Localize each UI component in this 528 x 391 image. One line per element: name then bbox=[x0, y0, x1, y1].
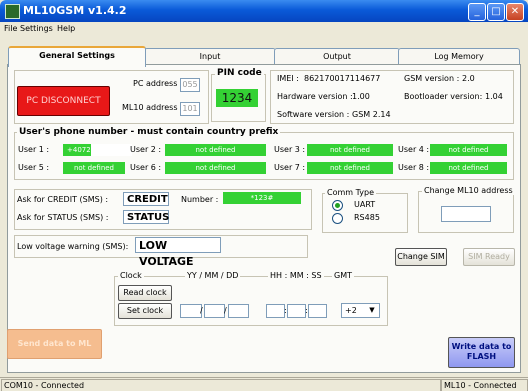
menu-file[interactable]: File bbox=[4, 24, 17, 33]
user-4-label: User 4 : bbox=[398, 145, 430, 154]
user-2-label: User 2 : bbox=[130, 145, 162, 154]
menu-help[interactable]: Help bbox=[57, 24, 75, 33]
pin-label: PIN code bbox=[215, 68, 264, 78]
day-field[interactable] bbox=[228, 304, 249, 318]
menu-settings[interactable]: Settings bbox=[20, 24, 53, 33]
send-data-button[interactable]: Send data to ML bbox=[7, 329, 102, 359]
month-field[interactable] bbox=[204, 304, 225, 318]
user-1-field[interactable]: +4072 bbox=[63, 144, 132, 156]
user-6-label: User 6 : bbox=[130, 163, 162, 172]
date-separator-2: / bbox=[224, 306, 227, 315]
number-label: Number : bbox=[181, 195, 219, 204]
ml10-address-field[interactable]: 101 bbox=[180, 102, 200, 116]
gsm-version-value: 2.0 bbox=[462, 74, 475, 83]
read-clock-button[interactable]: Read clock bbox=[118, 285, 172, 301]
date-header: YY / MM / DD bbox=[185, 271, 241, 280]
low-voltage-field[interactable]: LOW VOLTAGE bbox=[135, 237, 221, 268]
year-field[interactable] bbox=[180, 304, 202, 318]
user-5-field[interactable]: not defined bbox=[63, 162, 125, 174]
tab-log-memory[interactable]: Log Memory bbox=[398, 48, 520, 65]
hour-field[interactable] bbox=[266, 304, 285, 318]
uart-radio[interactable] bbox=[332, 200, 343, 211]
credit-field[interactable]: CREDIT bbox=[123, 192, 169, 206]
pc-disconnect-button[interactable]: PC DISCONNECT bbox=[17, 86, 110, 116]
rs485-radio[interactable] bbox=[332, 213, 343, 224]
app-window: ML10GSM v1.4.2 _ □ ✕ File Settings Help … bbox=[0, 0, 528, 391]
users-group-title: User's phone number - must contain count… bbox=[17, 127, 281, 137]
set-clock-button[interactable]: Set clock bbox=[118, 303, 172, 319]
hardware-version-value: 1.00 bbox=[352, 92, 370, 101]
gmt-select[interactable]: +2 ▼ bbox=[341, 303, 380, 318]
user-2-field[interactable]: not defined bbox=[165, 144, 266, 156]
menu-bar bbox=[0, 22, 528, 36]
software-version-value: GSM 2.14 bbox=[352, 110, 391, 119]
write-flash-button[interactable]: Write data to FLASH bbox=[448, 337, 515, 368]
date-separator-1: / bbox=[200, 306, 203, 315]
user-5-label: User 5 : bbox=[18, 163, 50, 172]
pin-field[interactable]: 1234 bbox=[216, 89, 258, 107]
ml10-address-label: ML10 address : bbox=[122, 103, 183, 112]
user-7-label: User 7 : bbox=[274, 163, 306, 172]
user-4-field[interactable]: not defined bbox=[430, 144, 507, 156]
credit-label: Ask for CREDIT (SMS) : bbox=[17, 195, 109, 204]
time-header: HH : MM : SS bbox=[268, 271, 324, 280]
uart-radio-dot bbox=[335, 203, 340, 208]
user-7-field[interactable]: not defined bbox=[307, 162, 393, 174]
imei-value: 862170017114677 bbox=[304, 74, 381, 83]
status-ml10-connected: ML10 - Connected bbox=[441, 379, 528, 391]
window-title: ML10GSM v1.4.2 bbox=[23, 4, 127, 17]
gsm-version-label: GSM version : bbox=[404, 74, 460, 83]
gmt-value: +2 bbox=[345, 306, 357, 315]
comm-type-title: Comm Type bbox=[325, 188, 376, 197]
user-3-field[interactable]: not defined bbox=[307, 144, 393, 156]
minimize-button[interactable]: _ bbox=[468, 3, 486, 21]
user-8-label: User 8 : bbox=[398, 163, 430, 172]
change-address-field[interactable] bbox=[441, 206, 491, 222]
software-version-label: Software version : bbox=[277, 110, 350, 119]
hardware-version-label: Hardware version : bbox=[277, 92, 353, 101]
change-sim-button[interactable]: Change SIM bbox=[395, 248, 447, 266]
close-button[interactable]: ✕ bbox=[506, 3, 524, 21]
user-1-label: User 1 : bbox=[18, 145, 50, 154]
low-voltage-label: Low voltage warning (SMS): bbox=[17, 242, 129, 251]
pc-address-field[interactable]: 055 bbox=[180, 78, 200, 92]
status-sms-field[interactable]: STATUS bbox=[123, 210, 169, 224]
tab-general-settings[interactable]: General Settings bbox=[8, 46, 146, 67]
maximize-button[interactable]: □ bbox=[487, 3, 505, 21]
chevron-down-icon[interactable]: ▼ bbox=[366, 304, 378, 317]
tab-output[interactable]: Output bbox=[274, 48, 400, 65]
minute-field[interactable] bbox=[287, 304, 306, 318]
app-icon bbox=[5, 4, 20, 19]
user-6-field[interactable]: not defined bbox=[165, 162, 266, 174]
second-field[interactable] bbox=[308, 304, 327, 318]
user-8-field[interactable]: not defined bbox=[430, 162, 507, 174]
tab-input[interactable]: Input bbox=[144, 48, 276, 65]
gmt-header: GMT bbox=[332, 271, 354, 280]
bootloader-version-label: Bootloader version: bbox=[404, 92, 483, 101]
clock-title: Clock bbox=[118, 271, 144, 280]
imei-label: IMEI : bbox=[277, 74, 299, 83]
uart-label[interactable]: UART bbox=[354, 200, 375, 209]
pc-address-label: PC address : bbox=[133, 79, 183, 88]
number-field[interactable]: *123# bbox=[223, 192, 301, 204]
change-address-title: Change ML10 address bbox=[422, 186, 515, 195]
rs485-label[interactable]: RS485 bbox=[354, 213, 380, 222]
status-com-connected: COM10 - Connected bbox=[1, 379, 441, 391]
bootloader-version-value: 1.04 bbox=[485, 92, 503, 101]
sim-ready-button: SIM Ready bbox=[463, 248, 515, 266]
user-3-label: User 3 : bbox=[274, 145, 306, 154]
status-sms-label: Ask for STATUS (SMS) : bbox=[17, 213, 109, 222]
